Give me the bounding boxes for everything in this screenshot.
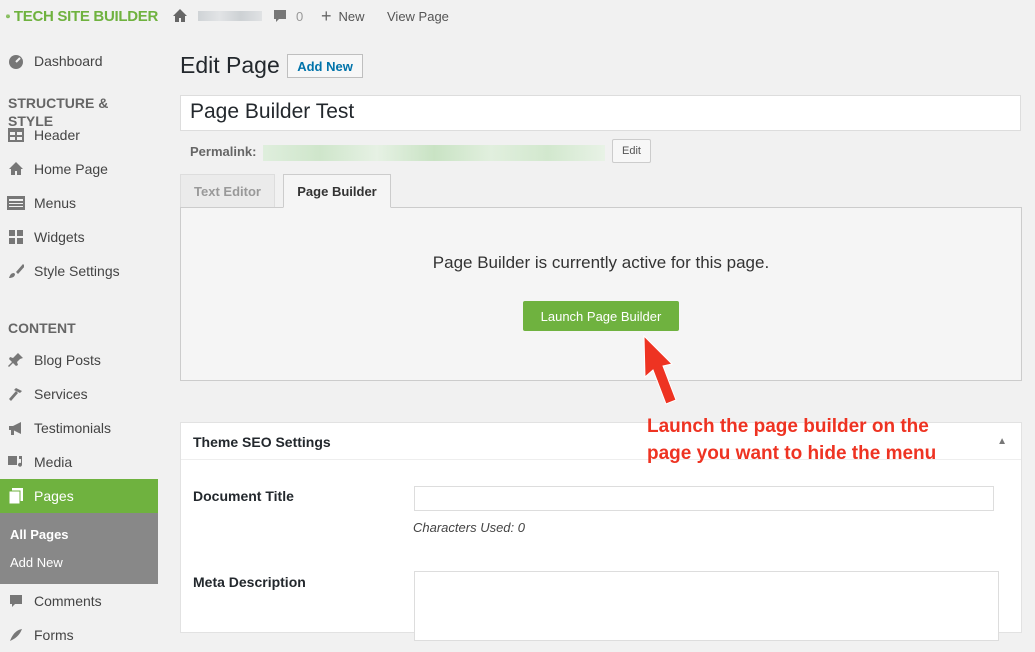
sidebar-item-label: Testimonials xyxy=(34,420,112,436)
tab-text-editor[interactable]: Text Editor xyxy=(180,174,275,208)
sidebar-item-menus[interactable]: Menus xyxy=(0,186,158,220)
sidebar-item-comments[interactable]: Comments xyxy=(0,584,158,618)
logo-text: TECH SITE BUILDER xyxy=(13,7,158,25)
view-page-link[interactable]: View Page xyxy=(387,0,449,32)
sidebar-item-label: Comments xyxy=(34,593,102,609)
edit-permalink-button[interactable]: Edit xyxy=(612,139,651,163)
sidebar-item-style-settings[interactable]: Style Settings xyxy=(0,254,158,288)
sidebar-item-label: Menus xyxy=(34,195,77,211)
sidebar-item-label: Forms xyxy=(34,627,74,643)
page-heading: Edit Page xyxy=(180,52,280,78)
megaphone-icon xyxy=(7,419,25,437)
sidebar-item-label: Dashboard xyxy=(34,53,103,69)
brush-icon xyxy=(7,262,25,280)
meta-description-label: Meta Description xyxy=(193,574,306,590)
sidebar-item-label: Style Settings xyxy=(34,263,120,279)
collapse-arrow-icon[interactable]: ▲ xyxy=(997,436,1007,447)
characters-used-text: Characters Used: 0 xyxy=(413,520,525,535)
sidebar-item-header[interactable]: Header xyxy=(0,118,158,152)
sidebar-item-label: Home Page xyxy=(34,161,108,177)
comments-count: 0 xyxy=(296,8,304,24)
sidebar-item-home-page[interactable]: Home Page xyxy=(0,152,158,186)
menus-icon xyxy=(7,194,25,212)
sidebar-item-label: Header xyxy=(34,127,80,143)
submenu-add-new[interactable]: Add New xyxy=(10,555,63,570)
sidebar-item-dashboard[interactable]: Dashboard xyxy=(0,44,158,78)
widgets-icon xyxy=(7,228,25,246)
annotation-line-1: Launch the page builder on the xyxy=(647,416,929,437)
hammer-icon xyxy=(7,385,25,403)
comment-icon xyxy=(274,10,286,22)
sidebar-item-media[interactable]: Media xyxy=(0,445,158,479)
sidebar-item-blog-posts[interactable]: Blog Posts xyxy=(0,343,158,377)
site-name-link[interactable] xyxy=(172,0,262,32)
document-title-input[interactable] xyxy=(414,486,994,511)
meta-description-textarea[interactable] xyxy=(414,571,999,641)
permalink-label: Permalink: xyxy=(190,144,257,159)
sidebar-item-testimonials[interactable]: Testimonials xyxy=(0,411,158,445)
builder-status-message: Page Builder is currently active for thi… xyxy=(432,253,770,272)
sidebar-item-forms[interactable]: Forms xyxy=(0,618,158,652)
media-icon xyxy=(7,453,25,471)
submenu-all-pages[interactable]: All Pages xyxy=(10,527,69,542)
section-heading-content: CONTENT xyxy=(8,320,76,336)
sidebar-item-label: Pages xyxy=(34,488,74,504)
site-logo[interactable]: TECH SITE BUILDER xyxy=(6,4,158,28)
seo-box-title: Theme SEO Settings xyxy=(193,434,331,450)
site-name-redacted xyxy=(198,11,262,21)
pin-icon xyxy=(7,351,25,369)
comments-link[interactable]: 0 xyxy=(272,0,303,32)
pages-submenu: All Pages Add New xyxy=(0,513,158,584)
tab-page-builder[interactable]: Page Builder xyxy=(283,174,391,208)
new-content-link[interactable]: + New xyxy=(321,0,365,32)
annotation-line-2: page you want to hide the menu xyxy=(647,443,937,464)
admin-bar: TECH SITE BUILDER 0 + New View Page xyxy=(0,0,1035,32)
document-title-label: Document Title xyxy=(193,488,294,504)
sidebar-item-label: Blog Posts xyxy=(34,352,101,368)
header-icon xyxy=(7,126,25,144)
new-label: New xyxy=(338,8,365,24)
launch-page-builder-button[interactable]: Launch Page Builder xyxy=(523,301,679,331)
annotation-callout: Launch the page builder on the page you … xyxy=(647,413,936,467)
sidebar-item-services[interactable]: Services xyxy=(0,377,158,411)
pages-icon xyxy=(7,487,25,505)
sidebar-item-label: Widgets xyxy=(34,229,85,245)
sidebar-item-widgets[interactable]: Widgets xyxy=(0,220,158,254)
page-title-input[interactable]: Page Builder Test xyxy=(180,95,1021,131)
permalink-url-redacted[interactable] xyxy=(263,145,605,161)
plus-icon: + xyxy=(321,5,332,26)
admin-sidebar: Dashboard STRUCTURE & STYLE Header Home … xyxy=(0,32,158,643)
forms-icon xyxy=(7,626,25,644)
dashboard-icon xyxy=(7,52,25,70)
annotation-arrow-icon xyxy=(643,334,677,405)
comment-icon xyxy=(7,592,25,610)
home-icon xyxy=(173,9,187,22)
home-icon xyxy=(7,160,25,178)
add-new-page-button[interactable]: Add New xyxy=(287,54,363,78)
sidebar-item-label: Media xyxy=(34,454,73,470)
gear-logo-icon xyxy=(6,14,10,19)
page-builder-panel: Page Builder is currently active for thi… xyxy=(180,207,1022,381)
sidebar-item-pages[interactable]: Pages xyxy=(0,479,158,513)
sidebar-item-label: Services xyxy=(34,386,88,402)
